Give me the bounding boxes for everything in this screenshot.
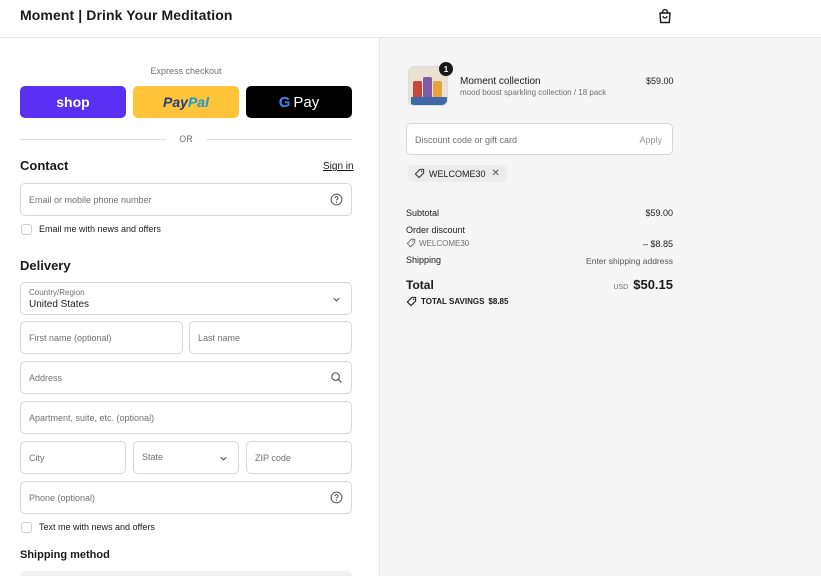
subtotal-value: $59.00 [645, 208, 673, 218]
email-placeholder: Email or mobile phone number [29, 195, 152, 205]
first-name-placeholder: First name (optional) [29, 333, 112, 343]
email-field[interactable]: Email or mobile phone number [20, 183, 352, 216]
google-g-icon: G [278, 93, 291, 111]
address-placeholder: Address [29, 373, 63, 383]
savings-label: TOTAL SAVINGS [421, 297, 485, 306]
discount-placeholder: Discount code or gift card [415, 135, 518, 145]
site-header: Moment | Drink Your Meditation [0, 0, 821, 38]
google-pay-button[interactable]: G Pay [246, 86, 352, 118]
savings-value: $8.85 [488, 297, 509, 306]
country-label: Country/Region [29, 288, 85, 297]
text-news-checkbox[interactable] [21, 521, 32, 533]
product-price: $59.00 [646, 76, 674, 86]
chevron-down-icon [333, 297, 340, 302]
total-value: $50.15 [633, 277, 673, 292]
chevron-down-icon [220, 456, 227, 461]
country-value: United States [29, 299, 90, 310]
order-discount-value: – $8.85 [642, 239, 673, 249]
order-summary: 1 Moment collection mood boost sparkling… [380, 38, 821, 576]
brand-title[interactable]: Moment | Drink Your Meditation [20, 7, 233, 23]
state-select[interactable]: State [133, 441, 239, 474]
search-icon[interactable] [330, 371, 343, 384]
help-icon[interactable] [330, 193, 343, 206]
tag-icon [414, 168, 425, 179]
city-field[interactable]: City [20, 441, 126, 474]
text-news-label: Text me with news and offers [39, 522, 155, 532]
remove-discount-icon[interactable]: ✕ [492, 168, 500, 179]
total-label: Total [406, 278, 434, 292]
zip-placeholder: ZIP code [255, 453, 291, 463]
last-name-field[interactable]: Last name [189, 321, 352, 354]
product-variant: mood boost sparkling collection / 18 pac… [460, 88, 607, 97]
email-news-label: Email me with news and offers [39, 224, 161, 234]
apartment-placeholder: Apartment, suite, etc. (optional) [29, 413, 155, 423]
phone-placeholder: Phone (optional) [29, 493, 96, 503]
total-savings-row: TOTAL SAVINGS $8.85 [406, 296, 508, 307]
applied-discount-chip: WELCOME30 ✕ [408, 165, 507, 182]
total-amount: USD $50.15 [580, 277, 673, 292]
city-placeholder: City [29, 453, 45, 463]
checkout-form: Express checkout shop PayPal G Pay OR Co… [0, 38, 380, 576]
google-pay-label: Pay [293, 93, 320, 111]
apply-button[interactable]: Apply [639, 135, 662, 145]
currency-code: USD [613, 284, 629, 291]
text-news-option[interactable]: Text me with news and offers [21, 520, 155, 534]
shop-pay-button[interactable]: shop [20, 86, 126, 118]
subtotal-label: Subtotal [406, 208, 440, 218]
help-icon[interactable] [330, 491, 343, 504]
applied-code: WELCOME30 [429, 168, 486, 179]
paypal-logo: PayPal [163, 94, 209, 110]
phone-field[interactable]: Phone (optional) [20, 481, 352, 514]
apartment-field[interactable]: Apartment, suite, etc. (optional) [20, 401, 352, 434]
product-name: Moment collection [460, 76, 541, 87]
zip-field[interactable]: ZIP code [246, 441, 352, 474]
shop-pay-label: shop [56, 94, 90, 110]
quantity-badge: 1 [439, 62, 453, 76]
tag-icon [406, 238, 416, 248]
shipping-method-title: Shipping method [20, 549, 110, 561]
order-discount-label: Order discount [406, 225, 466, 235]
country-select[interactable]: Country/Region United States [20, 282, 352, 315]
express-checkout-label: Express checkout [150, 66, 222, 76]
order-discount-code-row: WELCOME30 [406, 238, 469, 248]
shipping-method-box [20, 571, 352, 576]
order-discount-code: WELCOME30 [419, 238, 470, 248]
shipping-value: Enter shipping address [586, 256, 673, 266]
first-name-field[interactable]: First name (optional) [20, 321, 183, 354]
address-field[interactable]: Address [20, 361, 352, 394]
sign-in-link[interactable]: Sign in [323, 161, 354, 172]
last-name-placeholder: Last name [198, 333, 241, 343]
email-news-option[interactable]: Email me with news and offers [21, 222, 161, 236]
shipping-label: Shipping [406, 255, 442, 265]
state-placeholder: State [142, 452, 164, 462]
discount-code-input[interactable]: Discount code or gift card Apply [406, 123, 673, 155]
contact-title: Contact [20, 158, 69, 173]
email-news-checkbox[interactable] [21, 223, 32, 235]
or-divider: OR [20, 134, 352, 144]
shopping-bag-icon[interactable] [657, 8, 673, 24]
tag-icon [406, 296, 417, 307]
delivery-title: Delivery [20, 258, 71, 273]
paypal-button[interactable]: PayPal [133, 86, 239, 118]
